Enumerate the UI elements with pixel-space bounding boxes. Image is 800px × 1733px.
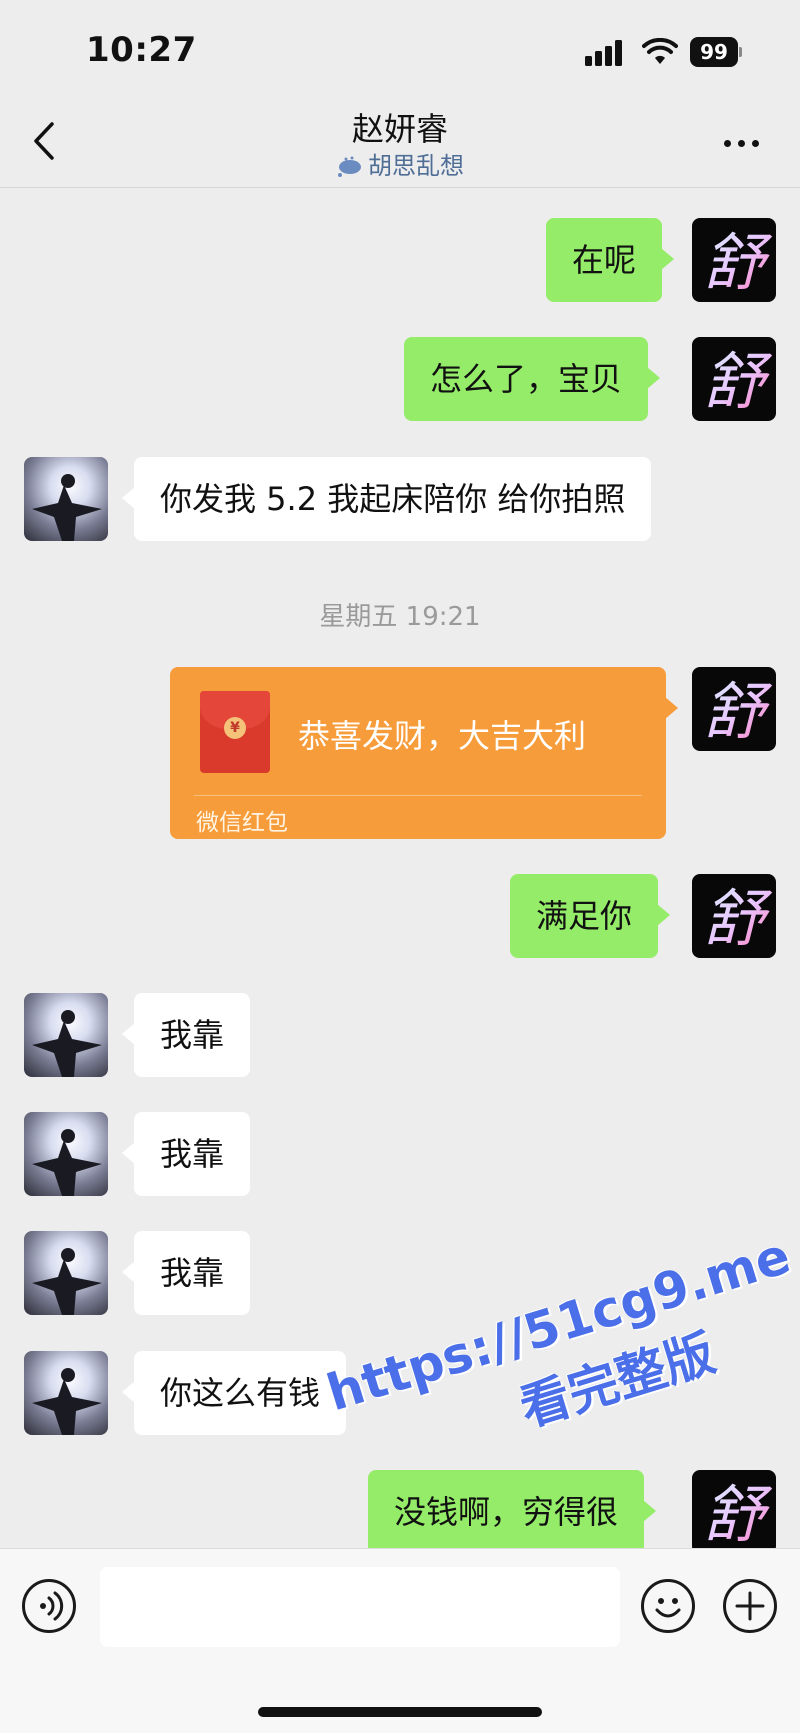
signal-icon — [585, 40, 627, 66]
self-avatar[interactable]: 舒 — [692, 874, 776, 958]
red-packet-label: 微信红包 — [196, 810, 288, 836]
self-avatar-image: 舒 — [703, 226, 773, 299]
svg-text:舒: 舒 — [703, 345, 773, 418]
svg-text:舒: 舒 — [703, 675, 773, 748]
home-indicator[interactable] — [258, 1707, 542, 1717]
message-bubble-self[interactable]: 怎么了，宝贝 — [404, 337, 661, 421]
watermark-url: https://51cg9.me — [320, 1226, 797, 1423]
self-avatar[interactable]: 舒 — [692, 337, 776, 421]
contact-status-text: 胡思乱想 — [368, 152, 464, 180]
input-bar — [0, 1548, 800, 1733]
contact-avatar-image — [32, 1248, 102, 1315]
contact-avatar[interactable] — [24, 1112, 108, 1196]
self-avatar-image: 舒 — [703, 345, 773, 418]
more-dots-icon[interactable] — [720, 124, 764, 160]
thinking-cloud-icon — [338, 156, 361, 177]
battery-level: 99 — [690, 37, 738, 67]
red-packet-title: 恭喜发财，大吉大利 — [298, 717, 587, 755]
contact-avatar-image — [32, 1368, 102, 1435]
red-packet-message[interactable]: ¥ 恭喜发财，大吉大利 微信红包 — [170, 667, 678, 839]
self-avatar-image: 舒 — [703, 882, 773, 955]
status-bar: 10:27 99 — [0, 0, 800, 100]
self-avatar[interactable]: 舒 — [692, 667, 776, 751]
emoji-icon[interactable] — [641, 1579, 695, 1633]
svg-text:舒: 舒 — [703, 226, 773, 299]
message-bubble-other[interactable]: 我靠 — [121, 1231, 251, 1315]
message-input[interactable] — [100, 1567, 620, 1647]
self-avatar-image: 舒 — [703, 675, 773, 748]
red-packet-icon: ¥ — [200, 691, 270, 773]
message-bubble-other[interactable]: 我靠 — [121, 1112, 251, 1196]
wifi-icon — [642, 38, 678, 64]
contact-avatar[interactable] — [24, 993, 108, 1077]
message-bubble-self[interactable]: 没钱啊，穷得很 — [368, 1470, 657, 1554]
message-timestamp: 星期五 19:21 — [319, 602, 481, 632]
message-bubble-self[interactable]: 在呢 — [546, 218, 675, 302]
contact-avatar-image — [32, 1010, 102, 1077]
plus-icon[interactable] — [723, 1579, 777, 1633]
contact-name[interactable]: 赵妍睿 — [0, 104, 800, 150]
self-avatar[interactable]: 舒 — [692, 218, 776, 302]
contact-avatar-image — [32, 474, 102, 541]
contact-avatar[interactable] — [24, 1351, 108, 1435]
message-bubble-other[interactable]: 你这么有钱 — [121, 1351, 347, 1435]
status-time: 10:27 — [86, 30, 197, 70]
contact-avatar-image — [32, 1129, 102, 1196]
svg-text:舒: 舒 — [703, 882, 773, 955]
contact-avatar[interactable] — [24, 1231, 108, 1315]
message-bubble-other[interactable]: 我靠 — [121, 993, 251, 1077]
contact-status: 胡思乱想 — [0, 146, 800, 181]
self-avatar-image: 舒 — [703, 1478, 773, 1551]
self-avatar[interactable]: 舒 — [692, 1470, 776, 1554]
svg-text:舒: 舒 — [703, 1478, 773, 1551]
message-bubble-other[interactable]: 你发我 5.2 我起床陪你 给你拍照 — [121, 457, 652, 541]
chat-header: 赵妍睿 胡思乱想 — [0, 100, 800, 188]
watermark-text: 看完整版 — [513, 1323, 722, 1438]
voice-icon[interactable] — [22, 1579, 76, 1633]
battery-icon: 99 — [690, 37, 742, 67]
message-bubble-self[interactable]: 满足你 — [510, 874, 671, 958]
contact-avatar[interactable] — [24, 457, 108, 541]
